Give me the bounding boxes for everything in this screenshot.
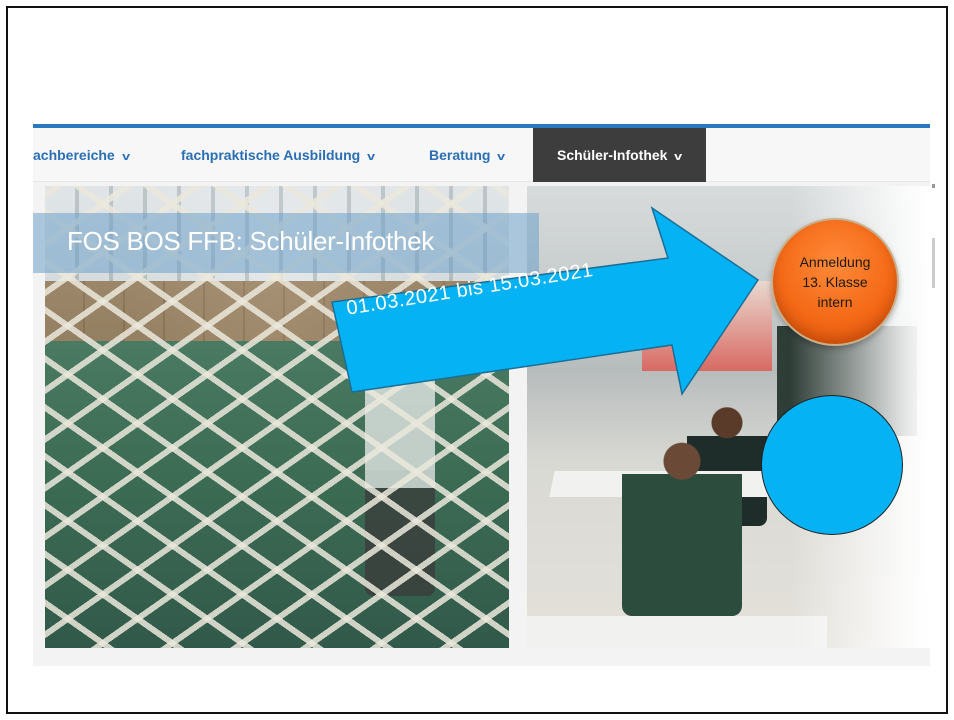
- badge-line-1: Anmeldung: [799, 254, 871, 270]
- nav-item-beratung[interactable]: Beratung v: [429, 128, 505, 182]
- registration-badge-button[interactable]: Anmeldung 13. Klasse intern: [771, 218, 899, 346]
- chevron-down-icon: v: [497, 151, 506, 163]
- chevron-down-icon: v: [367, 151, 376, 163]
- nav-item-fachpraktische-ausbildung[interactable]: fachpraktische Ausbildung v: [181, 128, 376, 182]
- main-navigation: achbereiche v fachpraktische Ausbildung v …: [33, 128, 930, 182]
- nav-item-fachbereiche[interactable]: achbereiche v: [33, 128, 130, 182]
- scrollbar-thumb[interactable]: [932, 238, 935, 288]
- nav-item-label: fachpraktische Ausbildung: [181, 147, 361, 163]
- desk: [527, 616, 827, 648]
- student-figure: [622, 436, 742, 616]
- badge-line-2: 13. Klasse: [802, 274, 868, 290]
- scrollbar-arrow[interactable]: [932, 184, 935, 188]
- chevron-down-icon: v: [121, 151, 130, 163]
- badge-line-3: intern: [817, 294, 853, 310]
- nav-item-label: Beratung: [429, 147, 491, 163]
- blue-circle-button[interactable]: [761, 395, 903, 535]
- nav-item-label: Schüler-Infothek: [557, 147, 668, 163]
- nav-item-schueler-infothek[interactable]: Schüler-Infothek v: [533, 128, 706, 182]
- chevron-down-icon: v: [674, 151, 683, 163]
- nav-item-label: achbereiche: [33, 147, 115, 163]
